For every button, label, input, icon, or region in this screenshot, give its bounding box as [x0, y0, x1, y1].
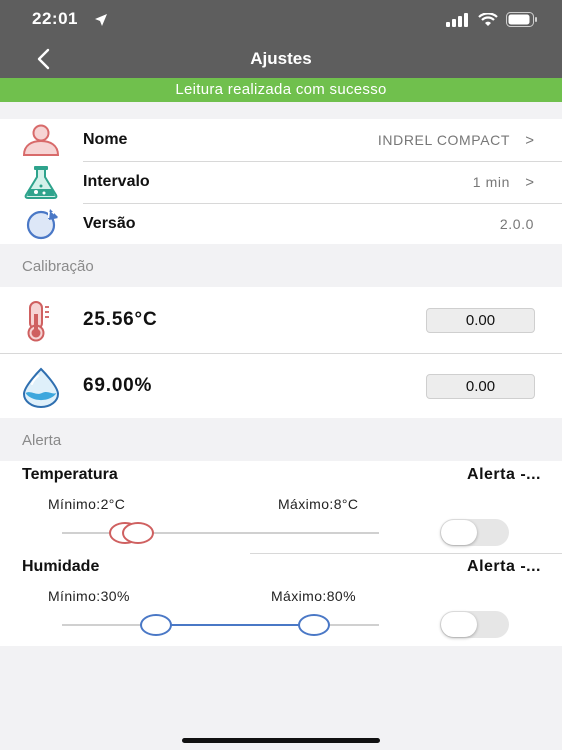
alert-divider	[250, 553, 562, 554]
flask-icon	[24, 166, 58, 199]
location-arrow-icon	[95, 14, 107, 26]
status-indicators	[446, 12, 538, 27]
temperature-reading: 25.56°C	[83, 309, 158, 330]
toggle-knob	[441, 520, 477, 545]
settings-value-intervalo: 1 min	[472, 174, 510, 190]
chevron-right-icon: >	[525, 132, 534, 149]
alert-section: Temperatura Alerta -... Mínimo:2°C Máxim…	[0, 461, 562, 646]
humidity-min-thumb[interactable]	[140, 614, 172, 636]
humidity-range-fill	[157, 624, 315, 626]
settings-row-versao: Versão 2.0.0	[0, 203, 562, 245]
settings-value-versao: 2.0.0	[499, 216, 534, 232]
temperature-max-thumb[interactable]	[122, 522, 154, 544]
battery-icon	[506, 12, 537, 27]
settings-value-nome: INDREL COMPACT	[377, 132, 510, 148]
humidity-range-slider[interactable]	[62, 614, 379, 636]
settings-row-intervalo[interactable]: Intervalo 1 min >	[0, 161, 562, 203]
refresh-icon	[26, 209, 58, 240]
settings-list: Nome INDREL COMPACT > Intervalo 1 min > …	[0, 119, 562, 244]
thermometer-icon	[27, 301, 49, 342]
temperature-max-label: Máximo:8°C	[278, 496, 359, 512]
home-indicator	[182, 738, 380, 743]
alert-header: Alerta	[22, 432, 62, 449]
humidity-alert-status: Alerta -...	[467, 558, 541, 575]
cellular-signal-icon	[446, 12, 468, 27]
calibration-row-humidity: 69.00%	[0, 353, 562, 419]
toggle-knob	[441, 612, 477, 637]
status-bar: 22:01	[0, 0, 562, 40]
temperature-range-slider[interactable]	[62, 522, 379, 544]
settings-label-versao: Versão	[83, 215, 136, 232]
water-drop-icon	[22, 367, 60, 408]
settings-label-intervalo: Intervalo	[83, 173, 150, 190]
settings-label-nome: Nome	[83, 131, 128, 148]
humidity-alert-title: Humidade	[22, 558, 100, 575]
temperature-min-label: Mínimo:2°C	[48, 496, 126, 512]
humidity-max-label: Máximo:80%	[271, 588, 356, 604]
calibration-header: Calibração	[22, 258, 94, 275]
temperature-alert-toggle[interactable]	[440, 519, 509, 546]
calibration-row-temperature: 25.56°C	[0, 287, 562, 353]
temperature-offset-input[interactable]	[426, 308, 535, 333]
wifi-icon	[478, 12, 498, 26]
humidity-reading: 69.00%	[83, 375, 153, 396]
chevron-right-icon: >	[525, 174, 534, 191]
navigation-bar: Ajustes	[0, 40, 562, 78]
temperature-alert-status: Alerta -...	[467, 466, 541, 483]
humidity-alert-toggle[interactable]	[440, 611, 509, 638]
calibration-section: 25.56°C 69.00%	[0, 287, 562, 418]
page-title: Ajustes	[250, 49, 312, 68]
humidity-min-label: Mínimo:30%	[48, 588, 130, 604]
humidity-offset-input[interactable]	[426, 374, 535, 399]
settings-row-nome[interactable]: Nome INDREL COMPACT >	[0, 119, 562, 161]
humidity-max-thumb[interactable]	[298, 614, 330, 636]
status-time: 22:01	[32, 9, 78, 28]
success-banner: Leitura realizada com sucesso	[0, 78, 562, 102]
temperature-alert-title: Temperatura	[22, 466, 118, 483]
user-icon	[22, 124, 60, 156]
